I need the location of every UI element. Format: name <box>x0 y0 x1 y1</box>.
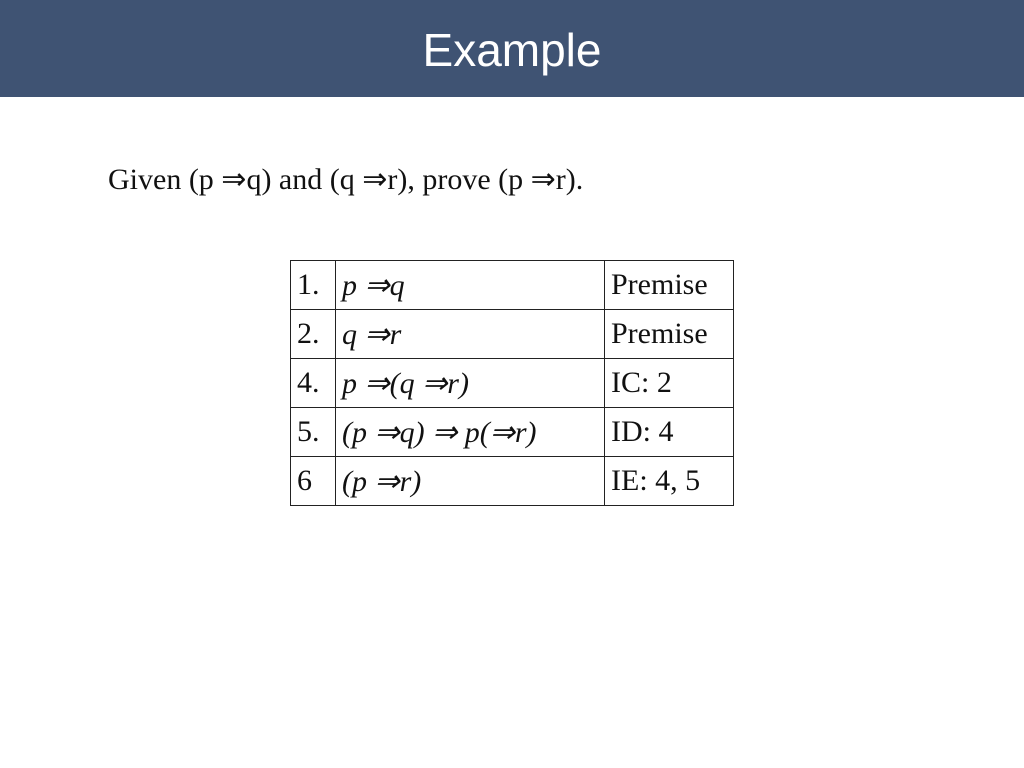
table-row: 5. (p ⇒q) ⇒ p(⇒r) ID: 4 <box>290 407 734 457</box>
step-number: 4. <box>290 358 336 408</box>
table-row: 1. p ⇒q Premise <box>290 260 734 310</box>
step-justification: ID: 4 <box>604 407 734 457</box>
problem-statement: Given (p ⇒q) and (q ⇒r), prove (p ⇒r). <box>108 163 584 196</box>
step-justification: IC: 2 <box>604 358 734 408</box>
step-number: 5. <box>290 407 336 457</box>
step-number: 1. <box>290 260 336 310</box>
step-expression: (p ⇒r) <box>335 456 605 506</box>
table-row: 6 (p ⇒r) IE: 4, 5 <box>290 456 734 506</box>
step-expression: (p ⇒q) ⇒ p(⇒r) <box>335 407 605 457</box>
step-number: 6 <box>290 456 336 506</box>
step-justification: Premise <box>604 260 734 310</box>
table-row: 4. p ⇒(q ⇒r) IC: 2 <box>290 358 734 408</box>
proof-table: 1. p ⇒q Premise 2. q ⇒r Premise 4. p ⇒(q… <box>290 260 734 506</box>
step-number: 2. <box>290 309 336 359</box>
slide-title: Example <box>422 24 602 76</box>
step-expression: q ⇒r <box>335 309 605 359</box>
table-row: 2. q ⇒r Premise <box>290 309 734 359</box>
step-justification: Premise <box>604 309 734 359</box>
step-expression: p ⇒(q ⇒r) <box>335 358 605 408</box>
step-justification: IE: 4, 5 <box>604 456 734 506</box>
step-expression: p ⇒q <box>335 260 605 310</box>
